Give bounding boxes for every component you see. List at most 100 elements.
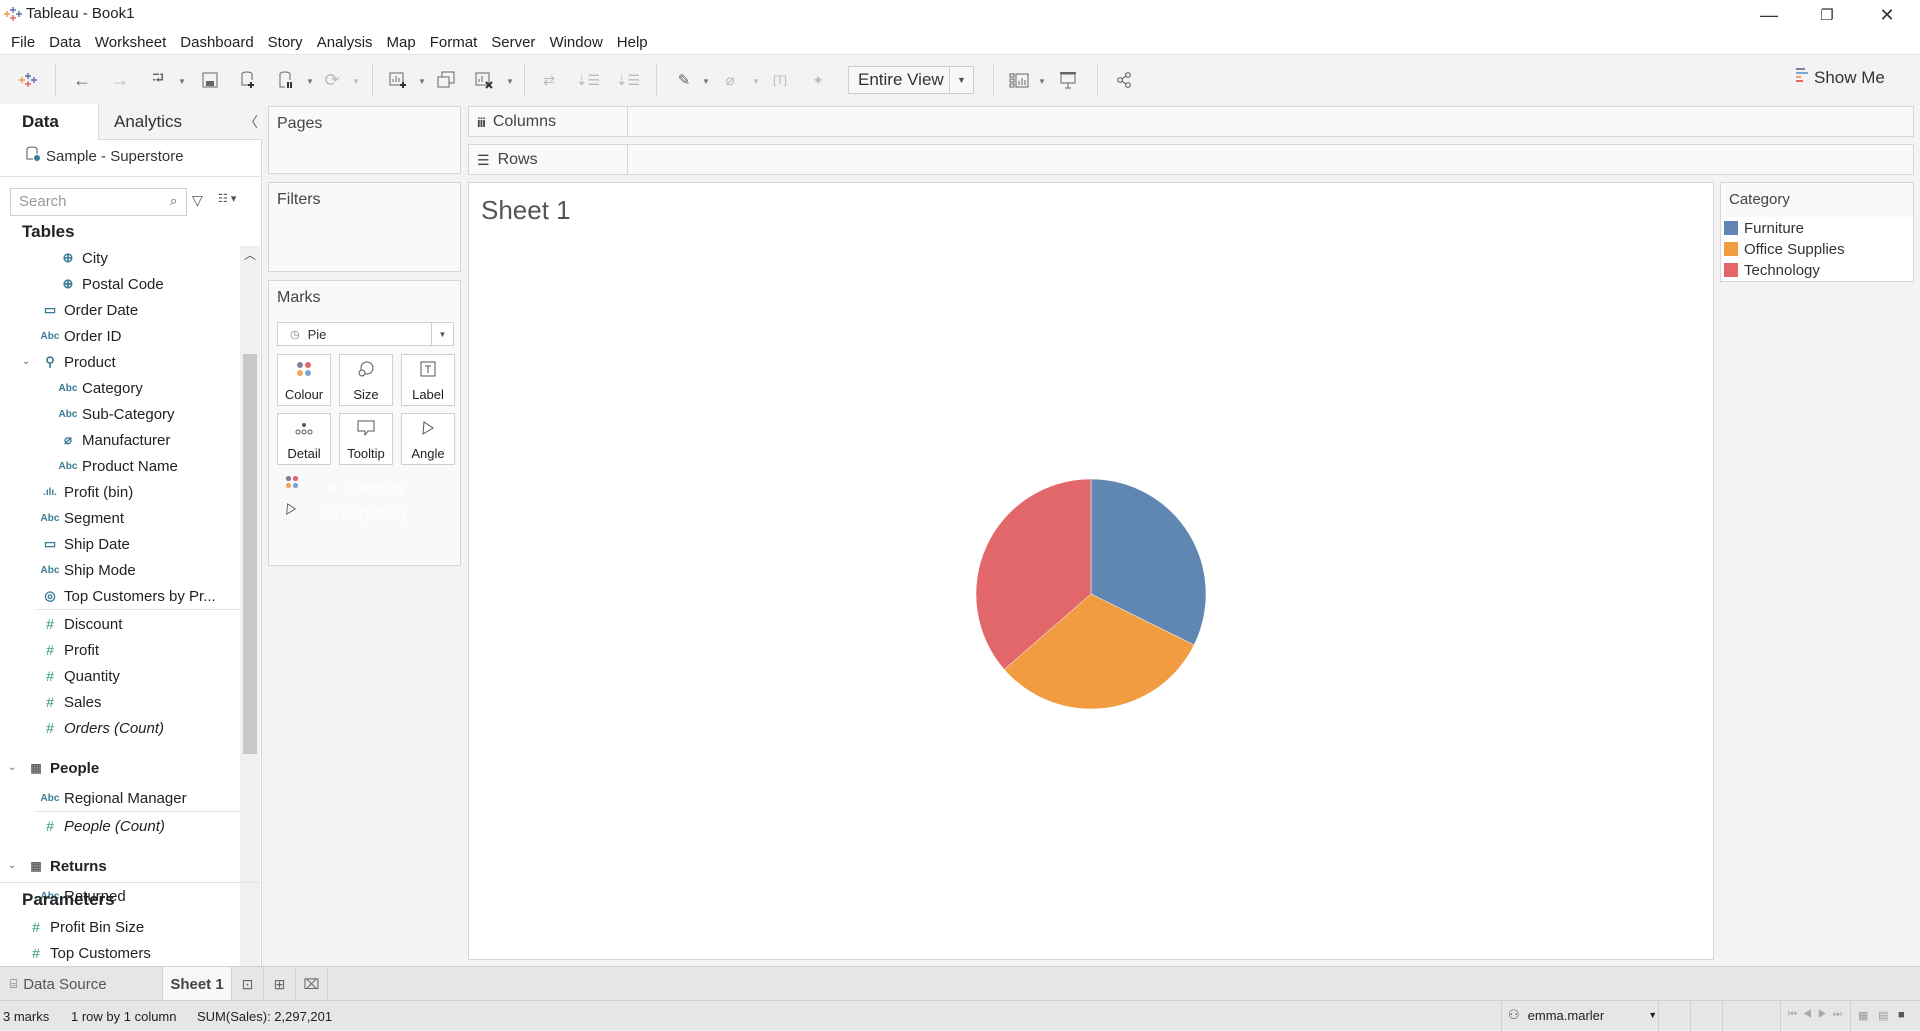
field-item[interactable]: .ılı. Profit (bin)	[36, 480, 133, 504]
expand-caret-icon[interactable]: ⌄	[8, 860, 16, 871]
field-item[interactable]: # Quantity	[36, 664, 120, 688]
legend-title[interactable]: Category	[1721, 183, 1913, 217]
dropdown-arrow-icon[interactable]: ▼	[352, 77, 360, 86]
legend-item-technology[interactable]: Technology	[1724, 260, 1820, 280]
field-item[interactable]: Abc Regional Manager	[36, 786, 187, 810]
menu-analysis[interactable]: Analysis	[310, 34, 380, 51]
field-item[interactable]: Abc Ship Mode	[36, 558, 136, 582]
parameter-item[interactable]: # Top Customers	[22, 941, 151, 965]
menu-map[interactable]: Map	[380, 34, 423, 51]
field-item[interactable]: # Discount	[36, 612, 122, 636]
dropdown-arrow-icon[interactable]: ▼	[178, 77, 186, 86]
sheet-tab[interactable]: Sheet 1	[162, 967, 232, 1001]
field-item[interactable]: ▭ Order Date	[36, 298, 138, 322]
collapse-pane-icon[interactable]: 〈	[244, 112, 258, 132]
field-item[interactable]: ⌄ ⚲ Product	[22, 350, 116, 374]
share-icon[interactable]	[1112, 69, 1136, 91]
table-item[interactable]: ⌄ ▦ Returns	[8, 854, 107, 878]
group-members-icon[interactable]: ⌀	[718, 69, 742, 91]
sort-descending-icon[interactable]: ⇣☰	[616, 69, 640, 91]
minimize-button[interactable]: —	[1740, 0, 1798, 30]
user-menu[interactable]: ⚇ emma.marler ▼	[1508, 1007, 1657, 1023]
restore-button[interactable]: ❐	[1798, 0, 1856, 30]
field-item[interactable]: # Orders (Count)	[36, 716, 164, 740]
refresh-icon[interactable]: ⟳	[320, 69, 344, 91]
show-filmstrip-icon[interactable]: ▦	[1858, 1009, 1868, 1022]
close-button[interactable]: ✕	[1858, 0, 1916, 30]
presentation-mode-icon[interactable]	[1056, 69, 1080, 91]
show-mark-labels-icon[interactable]: [T]	[768, 69, 792, 91]
menu-dashboard[interactable]: Dashboard	[173, 34, 260, 51]
field-item[interactable]: # Profit	[36, 638, 99, 662]
field-item[interactable]: ⌀ Manufacturer	[54, 428, 170, 452]
dropdown-arrow-icon[interactable]: ▼	[306, 77, 314, 86]
mark-type-dropdown[interactable]: ◷ Pie ▼	[277, 322, 454, 346]
menu-file[interactable]: File	[4, 34, 42, 51]
pages-card[interactable]: Pages	[268, 106, 461, 174]
colour-button[interactable]: Colour	[277, 354, 331, 406]
menu-worksheet[interactable]: Worksheet	[88, 34, 173, 51]
dropdown-arrow-icon[interactable]: ▼	[506, 77, 514, 86]
tooltip-button[interactable]: Tooltip	[339, 413, 393, 465]
field-item[interactable]: Abc Product Name	[54, 454, 178, 478]
scrollbar-thumb[interactable]	[243, 354, 257, 754]
category-colour-pill[interactable]: ⊞ Category	[313, 475, 454, 499]
fix-axes-icon[interactable]: ✦	[806, 69, 830, 91]
swap-rows-columns-icon[interactable]: ⇄	[537, 69, 561, 91]
field-item[interactable]: # Sales	[36, 690, 101, 714]
redo-icon[interactable]: →	[108, 69, 132, 91]
label-button[interactable]: Label	[401, 354, 455, 406]
view-options-icon[interactable]: ☷ ▾	[218, 192, 236, 205]
filter-icon[interactable]: ▽	[192, 192, 203, 209]
tab-analytics[interactable]: Analytics	[98, 104, 262, 140]
field-search-input[interactable]: Search	[10, 188, 187, 216]
chevron-down-icon[interactable]: ▼	[431, 323, 453, 345]
new-worksheet-icon[interactable]: ⊡	[232, 967, 264, 1001]
field-item[interactable]: ▭ Ship Date	[36, 532, 130, 556]
sum-sales-angle-pill[interactable]: SUM(Sales)	[313, 502, 454, 526]
chevron-down-icon[interactable]: ▼	[949, 67, 973, 93]
columns-drop-zone[interactable]	[627, 107, 1913, 136]
field-item[interactable]: ⊕ City	[54, 246, 108, 270]
data-source-item[interactable]: Sample - Superstore	[26, 146, 184, 166]
replay-icon[interactable]: ⮒	[146, 69, 170, 91]
size-button[interactable]: Size	[339, 354, 393, 406]
menu-format[interactable]: Format	[423, 34, 485, 51]
dropdown-arrow-icon[interactable]: ▼	[418, 77, 426, 86]
dropdown-arrow-icon[interactable]: ▼	[702, 77, 710, 86]
new-dashboard-icon[interactable]: ⊞	[264, 967, 296, 1001]
sheet-navigation[interactable]: ⏮◀▶⏭	[1788, 1009, 1848, 1020]
show-cards-icon[interactable]	[1006, 69, 1032, 91]
dropdown-arrow-icon[interactable]: ▼	[752, 77, 760, 86]
highlight-icon[interactable]: ✎	[672, 69, 696, 91]
search-icon[interactable]: ⌕	[170, 193, 177, 209]
menu-window[interactable]: Window	[542, 34, 609, 51]
tableau-logo-icon[interactable]	[16, 69, 40, 91]
table-item[interactable]: ⌄ ▦ People	[8, 756, 99, 780]
new-worksheet-icon[interactable]	[386, 69, 410, 91]
field-item[interactable]: Abc Segment	[36, 506, 125, 530]
duplicate-sheet-icon[interactable]	[434, 69, 458, 91]
menu-story[interactable]: Story	[261, 34, 310, 51]
menu-help[interactable]: Help	[610, 34, 655, 51]
menu-server[interactable]: Server	[484, 34, 542, 51]
chevron-down-icon[interactable]: ▼	[1648, 1010, 1657, 1020]
show-tabs-icon[interactable]: ▤	[1878, 1009, 1888, 1022]
menu-data[interactable]: Data	[42, 34, 88, 51]
new-story-icon[interactable]: ⌧	[296, 967, 328, 1001]
dropdown-arrow-icon[interactable]: ▼	[1038, 77, 1046, 86]
expand-caret-icon[interactable]: ⌄	[8, 762, 16, 773]
field-item[interactable]: Abc Order ID	[36, 324, 122, 348]
tab-data[interactable]: Data	[0, 104, 98, 140]
expand-caret-icon[interactable]: ⌄	[22, 356, 30, 367]
detail-button[interactable]: Detail	[277, 413, 331, 465]
new-data-source-icon[interactable]	[236, 69, 260, 91]
expand-hierarchy-icon[interactable]: ⊞	[327, 480, 337, 494]
field-item[interactable]: # People (Count)	[36, 814, 165, 838]
data-source-tab[interactable]: ⌸ Data Source	[0, 967, 162, 1001]
legend-item-furniture[interactable]: Furniture	[1724, 218, 1804, 238]
sort-ascending-icon[interactable]: ⇣☰	[576, 69, 600, 91]
fit-dropdown[interactable]: Entire View ▼	[848, 66, 974, 94]
field-item[interactable]: Abc Sub-Category	[54, 402, 175, 426]
field-item[interactable]: ⊕ Postal Code	[54, 272, 164, 296]
